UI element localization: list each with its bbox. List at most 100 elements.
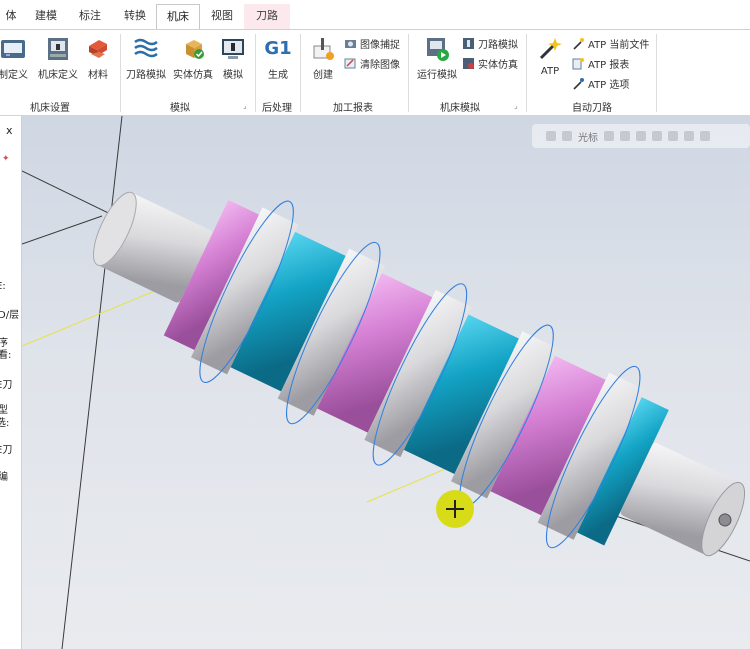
create-report-button[interactable]: 创建 xyxy=(306,36,340,81)
panel-text-fragment: D/层 xyxy=(0,310,20,321)
magic-wand-icon xyxy=(539,38,562,60)
run-simulation-button[interactable]: 运行模拟 xyxy=(414,36,460,81)
g1-icon: G1 xyxy=(264,38,292,59)
view-quick-toolbar: 光标 xyxy=(532,124,750,148)
image-capture-button[interactable]: 图像捕捉 xyxy=(344,35,400,51)
camera-icon xyxy=(345,39,356,48)
atp-current-file-label: ATP 当前文件 xyxy=(588,39,650,51)
group-separator xyxy=(255,34,256,112)
group-machine-simulation-label: 机床模拟 xyxy=(440,103,480,114)
tab-view[interactable]: 视图 xyxy=(202,4,242,30)
atp-button[interactable]: ATP xyxy=(530,36,570,77)
atp-label: ATP xyxy=(540,66,560,77)
simulate-button[interactable]: 模拟 xyxy=(218,36,248,81)
clear-image-icon xyxy=(344,58,356,68)
group-separator xyxy=(120,34,121,112)
material-button[interactable]: 材料 xyxy=(82,36,114,81)
graphics-viewport[interactable]: 光标 xyxy=(22,116,750,649)
cube-icon[interactable] xyxy=(700,131,710,141)
panel-text-fragment: E: xyxy=(0,281,6,292)
group-post-processing-label: 后处理 xyxy=(262,103,292,114)
axis-line xyxy=(61,116,123,649)
solid-simulation-icon xyxy=(186,40,204,59)
group-simulate-label: 模拟 xyxy=(170,103,190,114)
material-icon xyxy=(89,40,107,58)
machine-definition-icon xyxy=(48,38,68,60)
ribbon-tab-bar: 体 建模 标注 转换 机床 视图 刀路 xyxy=(0,0,750,30)
tab-annotation[interactable]: 标注 xyxy=(70,4,110,30)
group-machine-setup-label: 机床设置 xyxy=(30,103,70,114)
material-label: 材料 xyxy=(88,70,108,81)
toolpath-machine-icon xyxy=(463,37,474,49)
machine-definition-label: 机床定义 xyxy=(38,70,78,81)
control-definition-icon xyxy=(1,40,25,58)
cube-icon[interactable] xyxy=(684,131,694,141)
run-simulation-label: 运行模拟 xyxy=(417,70,457,81)
panel-close-button[interactable]: x xyxy=(6,124,13,137)
atp-current-file-button[interactable]: ATP 当前文件 xyxy=(572,35,649,51)
group-separator xyxy=(656,34,657,112)
simulate-icon xyxy=(222,39,244,59)
options-wand-icon xyxy=(573,77,584,90)
group-separator xyxy=(408,34,409,112)
tab-machine[interactable]: 机床 xyxy=(156,4,200,30)
cube-icon[interactable] xyxy=(668,131,678,141)
solid-simulation-small-label: 实体仿真 xyxy=(478,59,518,71)
clear-image-button[interactable]: 清除图像 xyxy=(344,55,400,71)
clear-image-label: 清除图像 xyxy=(360,59,400,71)
panel-text-fragment: 看: xyxy=(0,350,12,361)
left-manager-panel: x ✦ E: D/层 序 看: E刀 型 选: E刀 编 xyxy=(0,116,22,649)
tab-body[interactable]: 体 xyxy=(0,4,22,30)
machine-definition-button[interactable]: 机床定义 xyxy=(36,36,80,81)
cursor-icon[interactable] xyxy=(562,131,572,141)
atp-report-label: ATP 报表 xyxy=(588,59,630,71)
group-auto-toolpath-label: 自动刀路 xyxy=(572,103,612,114)
control-definition-label: 制定义 xyxy=(0,70,28,81)
ribbon-panel: 制定义 机床定义 材料 机床设置 刀路模拟 实体仿真 模拟 模拟 ⌟ G1 生成… xyxy=(0,29,750,116)
group-launcher-icon[interactable]: ⌟ xyxy=(243,101,247,110)
panel-text-fragment: E刀 xyxy=(0,380,13,391)
control-definition-button[interactable]: 制定义 xyxy=(0,36,30,81)
run-simulation-icon xyxy=(427,38,449,61)
group-separator xyxy=(526,34,527,112)
report-wand-icon xyxy=(572,57,584,69)
create-report-icon xyxy=(313,38,334,60)
toolpath-simulation-button[interactable]: 刀路模拟 xyxy=(124,36,168,81)
toolpath-simulation-small-button[interactable]: 刀路模拟 xyxy=(462,35,518,51)
app-window: 体 建模 标注 转换 机床 视图 刀路 制定义 机床定义 材料 机床设置 刀路模… xyxy=(0,0,750,649)
snap-icon[interactable] xyxy=(620,131,630,141)
view-icon[interactable] xyxy=(636,131,646,141)
tab-transform[interactable]: 转换 xyxy=(115,4,155,30)
atp-report-button[interactable]: ATP 报表 xyxy=(572,55,629,71)
solid-simulation-small-icon xyxy=(463,57,474,69)
toolpath-simulation-label: 刀路模拟 xyxy=(126,70,166,81)
panel-pin-icon[interactable]: ✦ xyxy=(2,154,10,164)
tab-modeling[interactable]: 建模 xyxy=(28,4,64,30)
axis-icon[interactable] xyxy=(604,131,614,141)
solid-simulation-small-button[interactable]: 实体仿真 xyxy=(462,55,518,71)
create-report-label: 创建 xyxy=(313,70,333,81)
atp-options-label: ATP 选项 xyxy=(588,79,630,91)
simulate-label: 模拟 xyxy=(223,70,243,81)
worm-shaft-model xyxy=(22,116,750,649)
lock-icon[interactable] xyxy=(546,131,556,141)
toolpath-waves-icon xyxy=(134,38,158,58)
cursor-crosshair-icon xyxy=(436,490,474,528)
generate-label: 生成 xyxy=(268,70,288,81)
panel-text-fragment: E刀 xyxy=(0,445,13,456)
generate-button[interactable]: G1 生成 xyxy=(260,36,296,81)
solid-simulation-label: 实体仿真 xyxy=(173,70,213,81)
cube-icon[interactable] xyxy=(652,131,662,141)
axis-line xyxy=(22,215,103,245)
group-separator xyxy=(300,34,301,112)
group-launcher-icon[interactable]: ⌟ xyxy=(514,101,518,110)
wand-icon xyxy=(573,37,584,50)
solid-simulation-button[interactable]: 实体仿真 xyxy=(170,36,216,81)
toolpath-simulation-small-label: 刀路模拟 xyxy=(478,39,518,51)
atp-options-button[interactable]: ATP 选项 xyxy=(572,75,629,91)
image-capture-label: 图像捕捉 xyxy=(360,39,400,51)
cursor-label[interactable]: 光标 xyxy=(578,129,598,144)
panel-text-fragment: 选: xyxy=(0,418,10,429)
tab-toolpath[interactable]: 刀路 xyxy=(244,4,290,30)
group-reports-label: 加工报表 xyxy=(333,103,373,114)
